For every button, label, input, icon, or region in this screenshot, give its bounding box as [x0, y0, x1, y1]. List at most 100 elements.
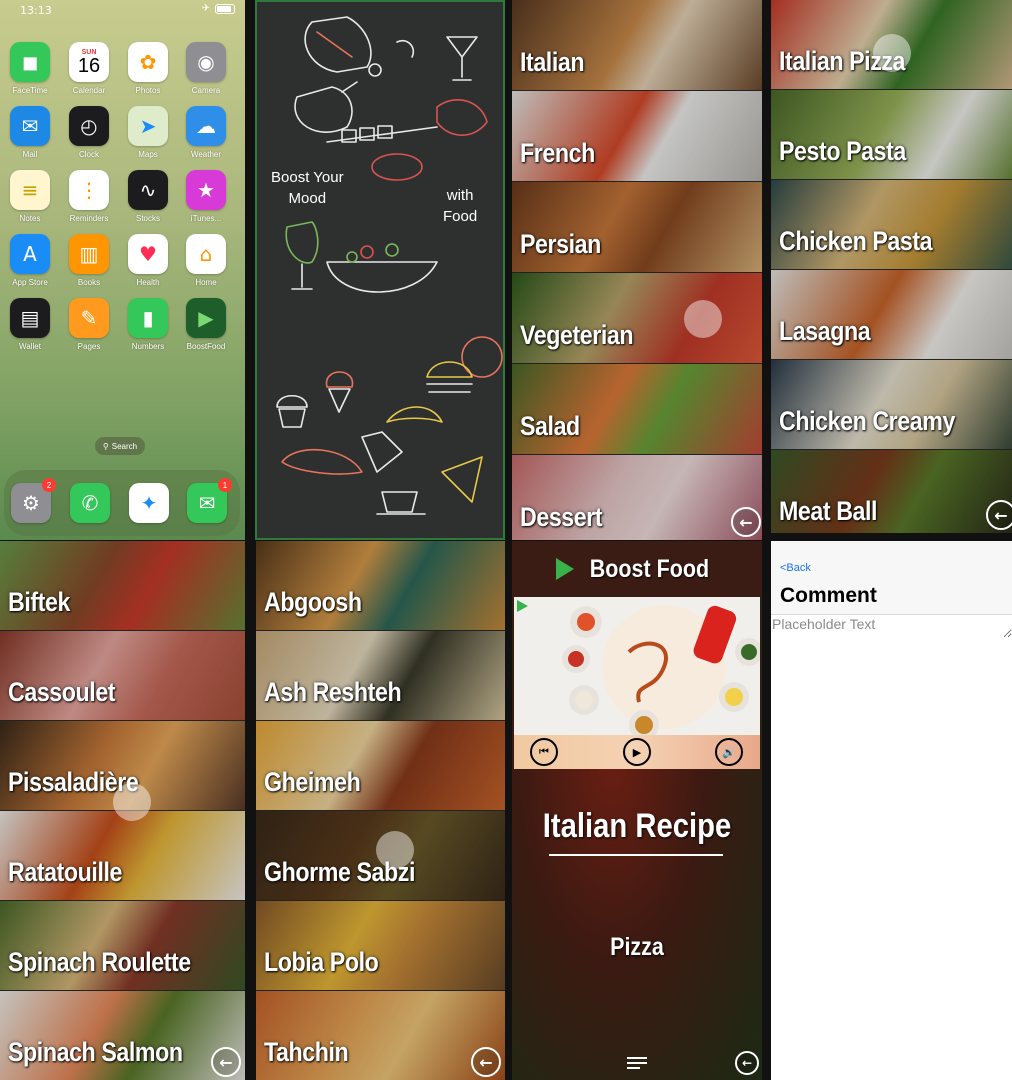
- touch-indicator: [113, 783, 151, 821]
- numbers-icon: ▮: [128, 298, 168, 338]
- app-header: Boost Food: [512, 541, 762, 597]
- app-pages[interactable]: ✎ Pages: [60, 298, 118, 351]
- app-reminders[interactable]: ⋮ Reminders: [60, 170, 118, 223]
- burger-icon: [426, 361, 473, 393]
- dock-app-safari-compass[interactable]: ✦: [120, 483, 178, 523]
- app-health-heart[interactable]: ♥ Health: [119, 234, 177, 287]
- dish-label: Chicken Pasta: [779, 226, 933, 256]
- volume-speaker-button[interactable]: 🔊: [715, 738, 743, 766]
- app-numbers[interactable]: ▮ Numbers: [119, 298, 177, 351]
- app-books[interactable]: ▥ Books: [60, 234, 118, 287]
- app-label: Notes: [19, 214, 41, 223]
- back-arrow-button[interactable]: ←: [735, 1051, 759, 1075]
- app-notes[interactable]: ≡ Notes: [1, 170, 59, 223]
- home-screen: 13:13 ✈ ◼ FaceTime SUN 16 Calendar ✿ Photos ◉ Ca…: [0, 0, 245, 540]
- dish-label: Meat Ball: [779, 496, 878, 526]
- app-stocks[interactable]: ∿ Stocks: [119, 170, 177, 223]
- dish-tile[interactable]: Cassoulet: [0, 631, 245, 720]
- app-camera[interactable]: ◉ Camera: [177, 42, 235, 95]
- app-video[interactable]: ◼ FaceTime: [1, 42, 59, 95]
- back-arrow-button[interactable]: ←: [471, 1047, 501, 1077]
- dish-tile[interactable]: Vegeterian: [512, 273, 762, 363]
- dish-tile[interactable]: Italian: [512, 0, 762, 90]
- hamburger-menu-icon[interactable]: [627, 1057, 647, 1072]
- app-home[interactable]: ⌂ Home: [177, 234, 235, 287]
- dish-tile[interactable]: Dessert: [512, 455, 762, 540]
- calendar-date-label: 16: [77, 54, 101, 77]
- dish-tile[interactable]: Salad: [512, 364, 762, 454]
- app-wallet[interactable]: ▤ Wallet: [1, 298, 59, 351]
- previous-track-button[interactable]: ⏮: [530, 738, 558, 766]
- dish-tile[interactable]: Biftek: [0, 541, 245, 630]
- dish-tile[interactable]: Tahchin: [256, 991, 505, 1080]
- persian-list-screen: Abgoosh Ash Reshteh Gheimeh Ghorme Sabzi Lob…: [256, 541, 505, 1080]
- status-bar: 13:13 ✈: [0, 0, 245, 20]
- back-arrow-button[interactable]: ←: [986, 500, 1012, 530]
- app-photos[interactable]: ✿ Photos: [119, 42, 177, 95]
- dock-app-phone[interactable]: ✆: [61, 483, 119, 523]
- dish-tile[interactable]: Persian: [512, 182, 762, 272]
- app-clock[interactable]: ◴ Clock: [60, 106, 118, 159]
- app-appstore[interactable]: A App Store: [1, 234, 59, 287]
- dish-label: Ash Reshteh: [264, 677, 402, 707]
- notes-icon: ≡: [10, 170, 50, 210]
- dish-tile[interactable]: Ratatouille: [0, 811, 245, 900]
- weather-icon: ☁: [186, 106, 226, 146]
- dish-label: Chicken Creamy: [779, 406, 955, 436]
- dish-label: Lasagna: [779, 316, 871, 346]
- books-icon: ▥: [69, 234, 109, 274]
- dish-tile[interactable]: Spinach Salmon: [0, 991, 245, 1080]
- touch-indicator: [376, 831, 414, 869]
- phone-icon: ✆: [70, 483, 110, 523]
- photos-icon: ✿: [128, 42, 168, 82]
- app-label: Home: [195, 278, 217, 287]
- app-itunes-star[interactable]: ★ iTunes...: [177, 170, 235, 223]
- clock-icon: ◴: [69, 106, 109, 146]
- chicken-icon: [294, 81, 358, 133]
- app-label: Stocks: [135, 214, 160, 223]
- dish-tile[interactable]: Spinach Roulette: [0, 901, 245, 990]
- comment-text-field[interactable]: [771, 616, 1012, 638]
- dish-tile[interactable]: Chicken Pasta: [771, 180, 1012, 269]
- app-label: Clock: [78, 150, 99, 159]
- recipe-dish-name: Pizza: [610, 933, 664, 961]
- camera-icon: ◉: [186, 42, 226, 82]
- touch-indicator: [684, 300, 722, 338]
- app-weather[interactable]: ☁ Weather: [177, 106, 235, 159]
- dish-tile[interactable]: Gheimeh: [256, 721, 505, 810]
- cake-icon: [441, 456, 483, 503]
- app-calendar[interactable]: SUN 16 Calendar: [60, 42, 118, 95]
- dish-tile[interactable]: Chicken Creamy: [771, 360, 1012, 449]
- dock-app-messages[interactable]: ✉ 1: [178, 478, 236, 523]
- dish-tile[interactable]: Lobia Polo: [256, 901, 505, 990]
- dish-tile[interactable]: Pesto Pasta: [771, 90, 1012, 179]
- cocktail-icon: [446, 36, 478, 81]
- comment-screen: <Back Comment: [771, 541, 1012, 1080]
- dish-tile[interactable]: Meat Ball: [771, 450, 1012, 533]
- dock-app-settings-gear[interactable]: ⚙ 2: [2, 478, 60, 523]
- dish-tile[interactable]: Abgoosh: [256, 541, 505, 630]
- splash-line-4: Food: [443, 208, 478, 225]
- app-maps[interactable]: ➤ Maps: [119, 106, 177, 159]
- app-mail[interactable]: ✉ Mail: [1, 106, 59, 159]
- cupcake-icon: [276, 394, 308, 428]
- splash-line-2: Mood: [288, 190, 327, 207]
- video-controls: ⏮ ▶ 🔊: [514, 735, 760, 769]
- app-boostfood[interactable]: ▶ BoostFood: [177, 298, 235, 351]
- home-icon: ⌂: [186, 234, 226, 274]
- video-icon: ◼: [10, 42, 50, 82]
- dish-label: Cassoulet: [8, 677, 116, 707]
- back-arrow-button[interactable]: ←: [731, 507, 761, 537]
- app-label: FaceTime: [12, 86, 48, 95]
- dish-label: Italian: [520, 47, 585, 77]
- home-search-button[interactable]: ⚲ Search: [95, 437, 145, 455]
- health-heart-icon: ♥: [128, 234, 168, 274]
- back-arrow-button[interactable]: ←: [211, 1047, 241, 1077]
- back-link[interactable]: <Back: [780, 562, 811, 574]
- recipe-video-player[interactable]: ⏮ ▶ 🔊: [514, 597, 760, 769]
- splash-text-boost: Boost Your Mood: [271, 167, 344, 209]
- dish-tile[interactable]: Lasagna: [771, 270, 1012, 359]
- dish-tile[interactable]: Ash Reshteh: [256, 631, 505, 720]
- play-button[interactable]: ▶: [623, 738, 651, 766]
- dish-tile[interactable]: French: [512, 91, 762, 181]
